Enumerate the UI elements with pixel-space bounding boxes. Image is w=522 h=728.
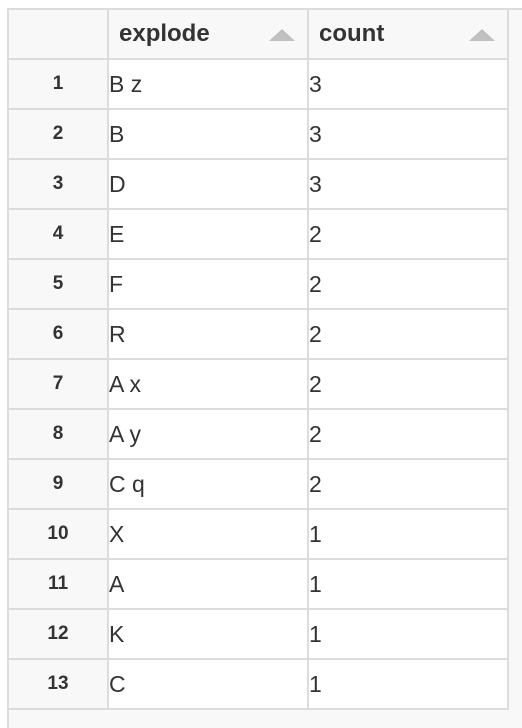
table-row[interactable]: 3D3 [7, 158, 509, 210]
cell-explode[interactable]: D [107, 158, 309, 210]
cell-count[interactable]: 3 [307, 58, 509, 110]
data-table: explode count 1B z32B33D34E25F26R27A x28… [7, 8, 509, 710]
table-row[interactable]: 8A y2 [7, 408, 509, 460]
cell-count[interactable]: 2 [307, 208, 509, 260]
row-index: 5 [7, 258, 109, 310]
row-index: 11 [7, 558, 109, 610]
cell-count[interactable]: 2 [307, 458, 509, 510]
row-index: 10 [7, 508, 109, 560]
sort-ascending-icon[interactable] [469, 29, 495, 41]
cell-explode[interactable]: B z [107, 58, 309, 110]
row-index: 2 [7, 108, 109, 160]
table-row[interactable]: 4E2 [7, 208, 509, 260]
cell-count[interactable]: 2 [307, 358, 509, 410]
cell-count[interactable]: 2 [307, 408, 509, 460]
column-header-explode[interactable]: explode [107, 8, 309, 60]
cell-explode[interactable]: A y [107, 408, 309, 460]
cell-explode[interactable]: A [107, 558, 309, 610]
column-header-label: explode [119, 20, 210, 47]
row-index: 4 [7, 208, 109, 260]
row-index: 9 [7, 458, 109, 510]
table-row[interactable]: 5F2 [7, 258, 509, 310]
cell-count[interactable]: 3 [307, 158, 509, 210]
row-index: 1 [7, 58, 109, 110]
column-header-label: count [319, 20, 385, 47]
table-row[interactable]: 13 C 1 [7, 658, 509, 710]
row-index: 3 [7, 158, 109, 210]
column-header-count[interactable]: count [307, 8, 509, 60]
cell-explode[interactable]: C q [107, 458, 309, 510]
cell-count[interactable]: 1 [307, 608, 509, 660]
cell-count[interactable]: 1 [307, 508, 509, 560]
cell-explode[interactable]: E [107, 208, 309, 260]
table-row[interactable]: 10 X 1 [7, 508, 509, 560]
row-index: 6 [7, 308, 109, 360]
table-row[interactable]: 12 K 1 [7, 608, 509, 660]
table-row[interactable]: 11 A 1 [7, 558, 509, 610]
cell-explode[interactable]: R [107, 308, 309, 360]
cell-count[interactable]: 2 [307, 258, 509, 310]
row-index: 8 [7, 408, 109, 460]
cell-count[interactable]: 3 [307, 108, 509, 160]
row-index: 13 [7, 658, 109, 710]
sort-ascending-icon[interactable] [269, 29, 295, 41]
table-row[interactable]: 6R2 [7, 308, 509, 360]
cell-count[interactable]: 1 [307, 658, 509, 710]
row-index: 12 [7, 608, 109, 660]
table-row[interactable]: 9C q2 [7, 458, 509, 510]
cell-explode[interactable]: A x [107, 358, 309, 410]
cell-count[interactable]: 2 [307, 308, 509, 360]
cell-explode[interactable]: X [107, 508, 309, 560]
row-index: 7 [7, 358, 109, 410]
cell-explode[interactable]: C [107, 658, 309, 710]
table-row[interactable]: 2B3 [7, 108, 509, 160]
cell-explode[interactable]: F [107, 258, 309, 310]
cell-explode[interactable]: B [107, 108, 309, 160]
header-row: explode count [7, 8, 509, 60]
table-row[interactable]: 7A x2 [7, 358, 509, 410]
index-header [7, 8, 109, 60]
cell-explode[interactable]: K [107, 608, 309, 660]
cell-count[interactable]: 1 [307, 558, 509, 610]
table-row[interactable]: 1B z3 [7, 58, 509, 110]
